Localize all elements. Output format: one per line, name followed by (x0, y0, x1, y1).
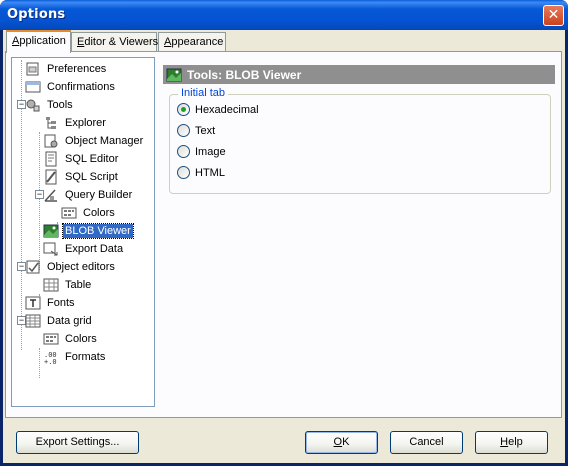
object-manager-icon (44, 134, 58, 148)
confirmations-icon (25, 81, 41, 93)
cancel-label: Cancel (409, 436, 444, 448)
tab-appearance[interactable]: Appearance (158, 32, 226, 52)
ok-label: K (342, 436, 350, 448)
radio-button[interactable] (177, 166, 190, 179)
close-icon: ✕ (547, 7, 560, 23)
tree-item-label: Explorer (65, 117, 106, 129)
tree-item-label: Fonts (47, 297, 75, 309)
section-title: Tools: BLOB Viewer (187, 67, 302, 82)
tree-item-label: Object Manager (65, 135, 144, 147)
data-grid-icon (25, 314, 41, 328)
radio-hexadecimal[interactable]: Hexadecimal (177, 103, 259, 116)
fonts-icon (25, 296, 41, 310)
tree-item-label: Preferences (47, 63, 107, 75)
initial-tab-group-title: Initial tab (178, 87, 229, 99)
tab-application[interactable]: Application (6, 30, 71, 53)
tree-item-grid-colors[interactable]: Colors (43, 330, 99, 348)
tree-item-preferences[interactable]: Preferences (25, 60, 108, 78)
tree-item-object-editors[interactable]: Object editors (25, 258, 117, 276)
colors-icon (43, 333, 59, 345)
tree-item-label: Confirmations (47, 81, 115, 93)
radio-text[interactable]: Text (177, 124, 215, 137)
help-button[interactable]: Help (475, 431, 548, 454)
export-settings-label: Export Settings... (35, 436, 120, 448)
tree-item-label: Query Builder (65, 189, 133, 201)
radio-html[interactable]: HTML (177, 166, 225, 179)
tree-item-label: Tools (47, 99, 73, 111)
tree-item-label: Export Data (65, 243, 124, 255)
tree-item-blob-viewer[interactable]: BLOB Viewer (43, 222, 134, 240)
title-bar[interactable]: Options ✕ (0, 0, 568, 30)
preferences-icon (26, 62, 39, 76)
help-mnemonic: H (500, 436, 509, 448)
tree-item-label: Data grid (47, 315, 92, 327)
section-header: Tools: BLOB Viewer (163, 65, 555, 84)
svg-text:+.0: +.0 (44, 358, 57, 365)
dialog-client-area: Application Editor & Viewers Appearance … (3, 30, 565, 463)
tree-item-label: Object editors (47, 261, 115, 273)
colors-icon (61, 207, 77, 219)
tree-line (39, 348, 40, 378)
tab-panel: Preferences Confirmations − Tools Explor… (5, 51, 562, 418)
radio-label: Hexadecimal (195, 103, 259, 116)
options-tree[interactable]: Preferences Confirmations − Tools Explor… (11, 57, 155, 407)
tree-item-query-builder[interactable]: Query Builder (43, 186, 134, 204)
ok-mnemonic: O (333, 436, 343, 448)
tab-editor-viewers[interactable]: Editor & Viewers (71, 32, 159, 52)
tree-item-data-grid[interactable]: Data grid (25, 312, 94, 330)
blob-viewer-icon (43, 224, 59, 238)
tree-item-confirmations[interactable]: Confirmations (25, 78, 117, 96)
object-editors-icon (26, 260, 40, 274)
tab-appearance-label: ppearance (171, 36, 224, 48)
radio-button-checked[interactable] (177, 103, 190, 116)
cancel-button[interactable]: Cancel (390, 431, 463, 454)
close-button[interactable]: ✕ (543, 5, 564, 26)
sql-editor-icon (45, 151, 57, 167)
tab-editor-viewers-label: ditor & Viewers (84, 36, 159, 48)
tree-item-fonts[interactable]: Fonts (25, 294, 77, 312)
tree-item-label: Colors (65, 333, 97, 345)
help-label: elp (508, 436, 523, 448)
radio-label: HTML (195, 166, 225, 179)
tree-item-table[interactable]: Table (43, 276, 93, 294)
tree-item-label: Table (65, 279, 92, 291)
tree-item-tools[interactable]: Tools (25, 96, 75, 114)
tree-item-label: SQL Editor (65, 153, 119, 165)
radio-label: Image (195, 145, 226, 158)
sql-script-icon (45, 169, 57, 185)
radio-label: Text (195, 124, 216, 137)
radio-button[interactable] (177, 145, 190, 158)
blob-viewer-icon (166, 68, 182, 81)
export-data-icon (43, 242, 58, 256)
tree-item-label: Formats (65, 351, 106, 363)
formats-icon: .00+.0 (44, 351, 57, 365)
tree-item-object-manager[interactable]: Object Manager (43, 132, 145, 150)
query-builder-icon (44, 189, 57, 202)
tree-item-export-data[interactable]: Export Data (43, 240, 125, 258)
tree-item-colors[interactable]: Colors (61, 204, 117, 222)
table-icon (43, 278, 59, 292)
tree-item-label: BLOB Viewer (62, 223, 134, 239)
tree-item-label: Colors (83, 207, 115, 219)
tools-icon (26, 99, 40, 112)
window-title: Options (7, 7, 66, 22)
ok-button[interactable]: OK (305, 431, 378, 454)
explorer-icon (46, 117, 56, 129)
tree-item-label: SQL Script (65, 171, 118, 183)
tab-application-label: pplication (19, 35, 66, 47)
tree-item-formats[interactable]: .00 +.0 Formats (43, 348, 107, 366)
export-settings-button[interactable]: Export Settings... (16, 431, 139, 454)
tree-item-explorer[interactable]: Explorer (43, 114, 108, 132)
tree-item-sql-script[interactable]: SQL Script (43, 168, 120, 186)
tree-line (39, 132, 40, 270)
radio-button[interactable] (177, 124, 190, 137)
radio-image[interactable]: Image (177, 145, 226, 158)
options-window: Options ✕ Application Editor & Viewers A… (0, 0, 568, 466)
tree-item-sql-editor[interactable]: SQL Editor (43, 150, 120, 168)
